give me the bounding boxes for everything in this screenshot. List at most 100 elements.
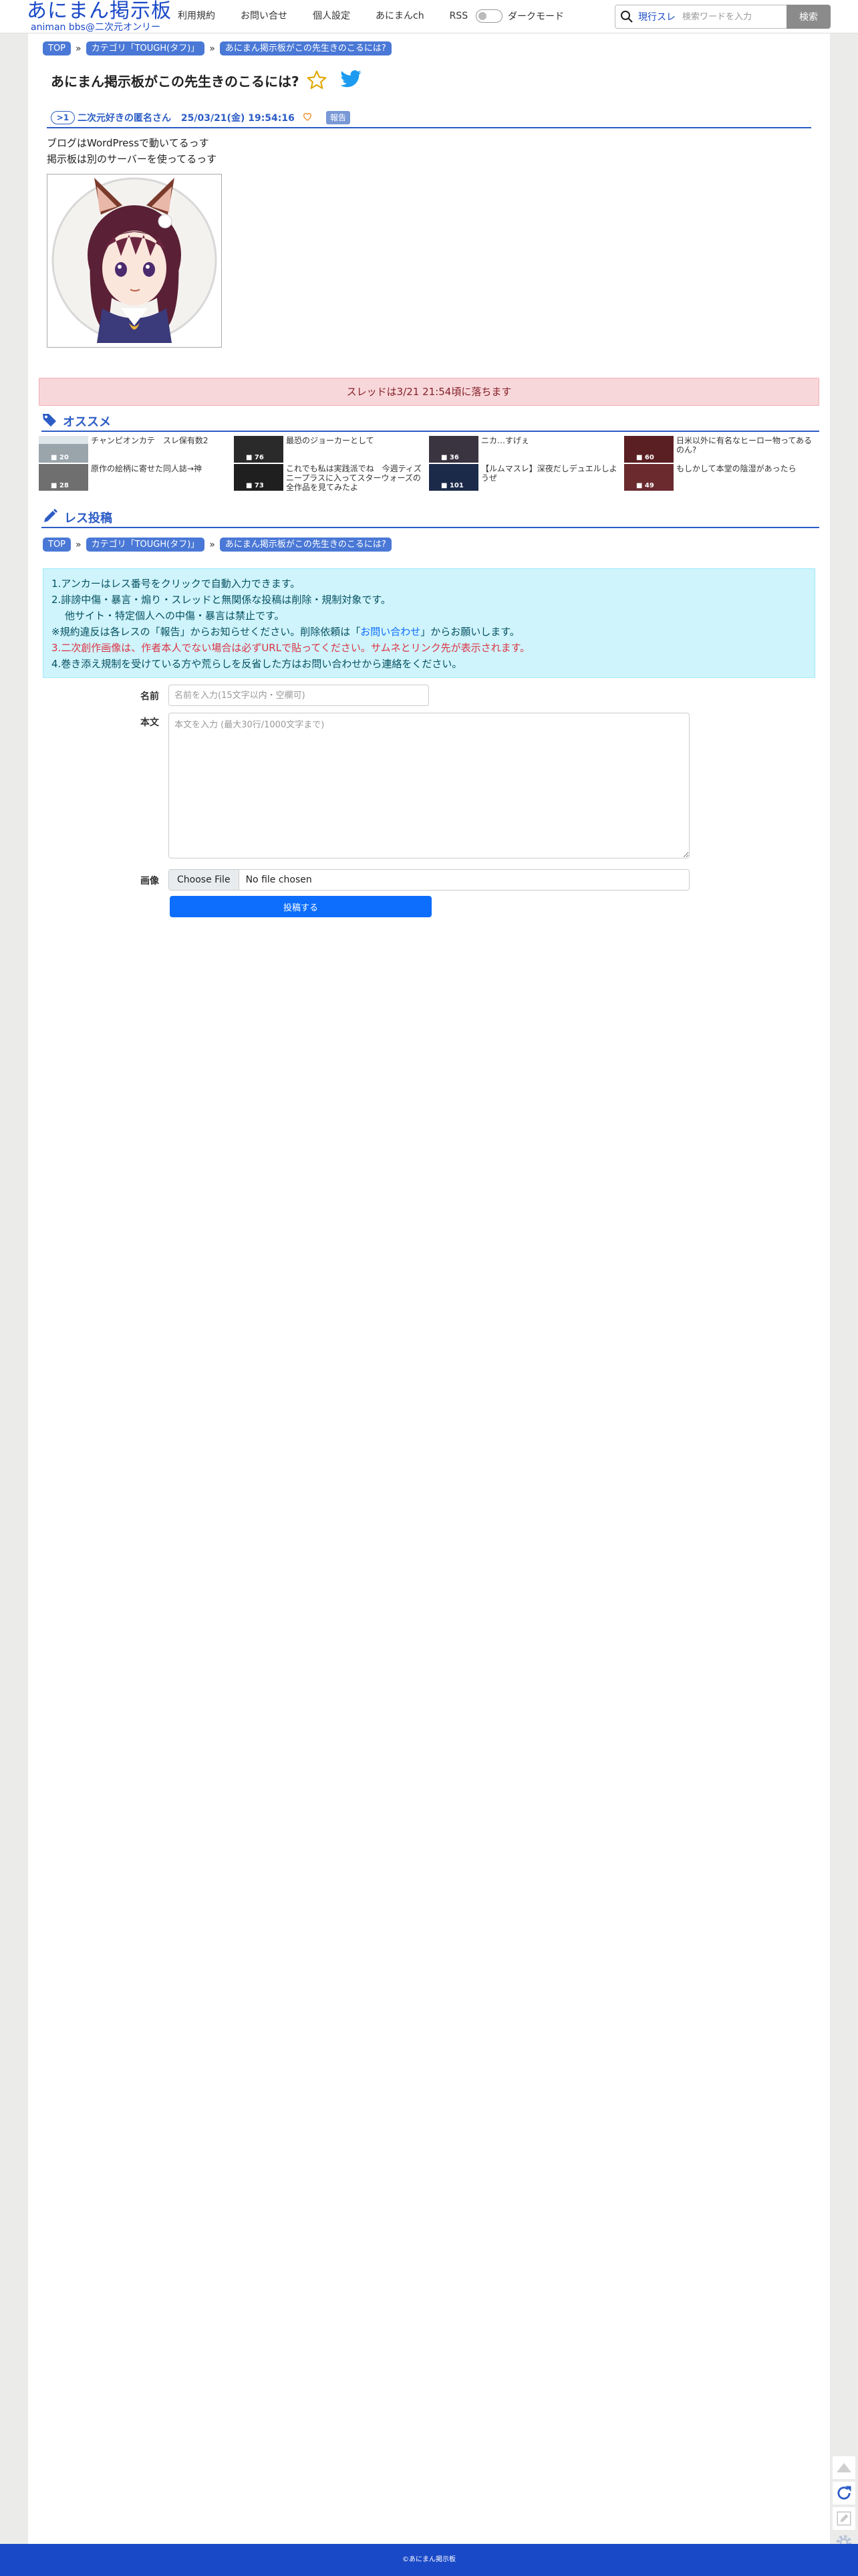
breadcrumb: TOP » カテゴリ「TOUGH(タフ)」 » あにまん掲示板がこの先生きのこる… [43, 41, 392, 55]
reply-count: ■ 60 [636, 454, 654, 461]
post-header: >1 二次元好きの匿名さん 25/03/21(金) 19:54:16 報告 [47, 108, 811, 128]
recommend-text: 日米以外に有名なヒーロー物ってあるのん? [676, 436, 813, 455]
nav-terms[interactable]: 利用規約 [178, 9, 215, 23]
recommend-item[interactable]: ■ 76 最恐のジョーカーとして [234, 436, 428, 463]
breadcrumb-top[interactable]: TOP [43, 538, 72, 552]
recommend-item[interactable]: ■ 20 チャンピオンカテ スレ保有数2 [39, 436, 233, 463]
breadcrumb-bottom: TOP » カテゴリ「TOUGH(タフ)」 » あにまん掲示板がこの先生きのこる… [43, 538, 392, 552]
post-body: ブログはWordPressで動いてるっす 掲示板は別のサーバーを使ってるっす [47, 135, 217, 167]
recommend-thumbnail: ■ 101 [429, 464, 478, 491]
breadcrumb-separator: » [209, 539, 215, 550]
post-date: 25/03/21(金) 19:54:16 [180, 113, 295, 124]
recommend-text: チャンピオンカテ スレ保有数2 [91, 436, 208, 445]
breadcrumb-category[interactable]: カテゴリ「TOUGH(タフ)」 [86, 538, 205, 552]
recommend-title: オススメ [63, 415, 111, 429]
posting-rules: 1.アンカーはレス番号をクリックで自動入力できます。 2.誹謗中傷・暴言・煽り・… [43, 568, 815, 678]
favorite-star-icon[interactable] [306, 70, 327, 94]
reply-count: ■ 28 [51, 482, 69, 489]
tag-icon [41, 412, 57, 431]
recommend-item[interactable]: ■ 49 もしかして本堂の陰湿があったら [624, 464, 818, 491]
rule-line: 1.アンカーはレス番号をクリックで自動入力できます。 [51, 578, 301, 590]
post-author: 二次元好きの匿名さん [78, 113, 171, 124]
choose-file-button[interactable]: Choose File [169, 870, 239, 890]
reply-count: ■ 36 [441, 454, 459, 461]
breadcrumb-category[interactable]: カテゴリ「TOUGH(タフ)」 [86, 41, 205, 55]
reply-header: レス投稿 [41, 508, 819, 528]
file-status: No file chosen [245, 874, 312, 885]
image-label: 画像 [140, 876, 159, 887]
reply-count: ■ 20 [51, 454, 69, 461]
rule-line: ※規約違反は各レスの「報告」からお知らせください。削除依頼は「お問い合わせ」から… [51, 624, 807, 640]
recommend-item[interactable]: ■ 60 日米以外に有名なヒーロー物ってあるのん? [624, 436, 818, 463]
dark-mode-switch[interactable] [476, 9, 503, 23]
post-number[interactable]: >1 [51, 111, 75, 124]
report-button[interactable]: 報告 [326, 111, 351, 124]
dark-mode-toggle[interactable]: ダークモード [476, 9, 564, 23]
name-label: 名前 [140, 691, 159, 702]
body-label: 本文 [140, 717, 159, 728]
contact-link[interactable]: お問い合わせ [360, 626, 420, 638]
breadcrumb-current[interactable]: あにまん掲示板がこの先生きのこるには? [219, 41, 392, 55]
rule-line: 他サイト・特定個人への中傷・暴言は禁止です。 [65, 610, 285, 622]
recommend-item[interactable]: ■ 28 原作の絵柄に寄せた同人誌→神 [39, 464, 233, 491]
recommend-thumbnail: ■ 28 [39, 464, 88, 491]
reload-icon[interactable] [833, 2482, 855, 2504]
reply-count: ■ 76 [246, 454, 264, 461]
recommend-header: オススメ [41, 412, 819, 432]
post-image[interactable] [47, 174, 222, 348]
reply-title: レス投稿 [64, 511, 112, 525]
site-logo[interactable]: あにまん掲示板 animan bbs@二次元オンリー [27, 0, 172, 32]
recommend-thumbnail: ■ 36 [429, 436, 478, 463]
rule-line: 4.巻き添え規制を受けている方や荒らしを反省した方はお問い合わせから連絡をくださ… [51, 658, 462, 670]
recommend-thumbnail: ■ 49 [624, 464, 674, 491]
recommend-text: これでも私は実践派でね 今週ティズニープラスに入ってスターウォーズの全作品を見て… [286, 464, 422, 492]
post-author-line: 二次元好きの匿名さん 25/03/21(金) 19:54:16 [78, 111, 295, 124]
logo-title: あにまん掲示板 [27, 0, 172, 23]
thread-closing-notice: スレッドは3/21 21:54頃に落ちます [39, 378, 819, 406]
breadcrumb-separator: » [209, 43, 215, 54]
thread-title: あにまん掲示板がこの先生きのこるには? [51, 74, 299, 90]
search-scope[interactable]: 現行スレ [638, 10, 676, 23]
recommend-thumbnail: ■ 73 [234, 464, 283, 491]
recommend-text: 原作の絵柄に寄せた同人誌→神 [91, 464, 202, 473]
recommend-thumbnail: ■ 60 [624, 436, 674, 463]
recommend-text: もしかして本堂の陰湿があったら [676, 464, 797, 473]
search-button[interactable]: 検索 [786, 5, 831, 29]
name-input[interactable] [168, 685, 429, 706]
nav-rss[interactable]: RSS [450, 9, 468, 23]
search-input[interactable] [682, 11, 782, 22]
reply-count: ■ 101 [441, 482, 464, 489]
logo-subtitle: animan bbs@二次元オンリー [31, 22, 160, 33]
nav-settings[interactable]: 個人設定 [313, 9, 350, 23]
submit-button[interactable]: 投稿する [170, 896, 432, 917]
rule-line: 2.誹謗中傷・暴言・煽り・スレッドと無関係な投稿は削除・規制対象です。 [51, 594, 391, 606]
dark-mode-label: ダークモード [508, 11, 564, 22]
recommend-thumbnail: ■ 76 [234, 436, 283, 463]
edit-icon[interactable] [833, 2507, 855, 2530]
copyright: ©あにまん掲示板 [402, 2556, 456, 2563]
nav-animanch[interactable]: あにまんch [376, 9, 424, 23]
rule-line: 3.二次創作画像は、作者本人でない場合は必ずURLで貼ってください。サムネとリン… [51, 642, 531, 654]
scroll-top-icon[interactable] [833, 2456, 855, 2479]
reply-count: ■ 49 [636, 482, 654, 489]
nav-contact[interactable]: お問い合せ [241, 9, 287, 23]
main-nav: 利用規約 お問い合せ 個人設定 あにまんch RSS [178, 9, 493, 23]
recommend-thumbnail: ■ 20 [39, 436, 88, 463]
breadcrumb-top[interactable]: TOP [43, 41, 72, 55]
recommend-list: ■ 20 チャンピオンカテ スレ保有数2 ■ 76 最恐のジョーカーとして ■ … [39, 436, 819, 492]
recommend-item[interactable]: ■ 36 ニカ…すげぇ [429, 436, 623, 463]
breadcrumb-current[interactable]: あにまん掲示板がこの先生きのこるには? [219, 538, 392, 552]
rule-text: 」からお願いします。 [420, 626, 520, 638]
recommend-item[interactable]: ■ 101 【ルムマスレ】深夜だしデュエルしようぜ [429, 464, 623, 491]
heart-icon[interactable] [302, 111, 313, 124]
twitter-share-icon[interactable] [339, 70, 362, 92]
recommend-text: 【ルムマスレ】深夜だしデュエルしようぜ [481, 464, 617, 483]
site-footer: ©あにまん掲示板 [0, 2544, 858, 2576]
body-textarea[interactable] [168, 713, 690, 858]
recommend-item[interactable]: ■ 73 これでも私は実践派でね 今週ティズニープラスに入ってスターウォーズの全… [234, 464, 428, 492]
site-header: あにまん掲示板 animan bbs@二次元オンリー 利用規約 お問い合せ 個人… [0, 0, 858, 33]
post-line: ブログはWordPressで動いてるっす [47, 137, 209, 149]
search-box: 現行スレ 検索 [615, 5, 831, 29]
reply-count: ■ 73 [246, 482, 264, 489]
image-file-input[interactable]: Choose File No file chosen [168, 869, 690, 891]
